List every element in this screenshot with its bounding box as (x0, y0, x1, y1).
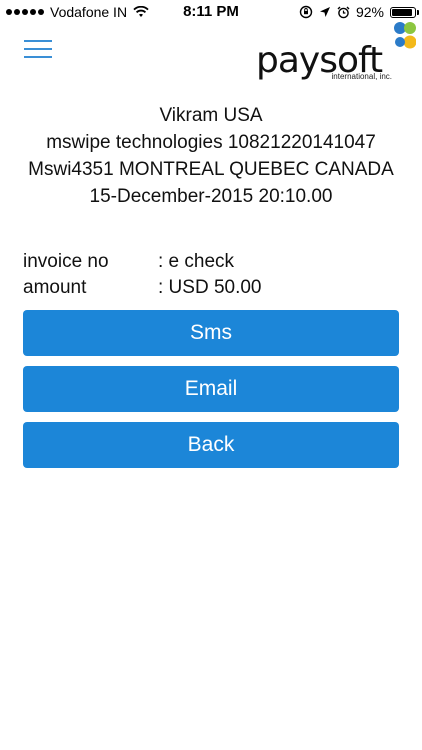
detail-row-invoice: invoice no : e check (23, 249, 399, 275)
merchant-name: Vikram USA (159, 105, 263, 126)
back-button[interactable]: Back (23, 422, 399, 468)
alarm-icon (337, 6, 350, 18)
merchant-company: mswipe technologies 10821220141047 (46, 132, 376, 153)
merchant-location: Mswi4351 MONTREAL QUEBEC CANADA (28, 159, 394, 180)
paysoft-logo: paysoft international, inc. (256, 20, 416, 86)
email-button[interactable]: Email (23, 366, 399, 412)
battery-percent: 92% (355, 4, 384, 20)
logo-subtitle: international, inc. (331, 72, 392, 81)
hamburger-menu-icon[interactable] (24, 38, 52, 60)
receipt-screen: Vodafone IN 8:11 PM 92% paysoft internat… (0, 0, 422, 750)
amount-value: : USD 50.00 (158, 277, 262, 298)
amount-label: amount (23, 277, 87, 298)
invoice-value: : e check (158, 251, 235, 272)
transaction-datetime: 15-December-2015 20:10.00 (89, 186, 333, 207)
status-right: 92% (299, 4, 419, 20)
detail-row-amount: amount : USD 50.00 (23, 275, 399, 301)
sms-button[interactable]: Sms (23, 310, 399, 356)
transaction-details: invoice no : e check amount : USD 50.00 (23, 249, 399, 301)
battery-icon (390, 6, 419, 18)
invoice-label: invoice no (23, 251, 109, 272)
rotation-lock-icon (299, 5, 313, 19)
location-arrow-icon (319, 7, 330, 17)
merchant-info: Vikram USA mswipe technologies 108212201… (0, 102, 422, 210)
logo-dots-icon (394, 22, 416, 49)
